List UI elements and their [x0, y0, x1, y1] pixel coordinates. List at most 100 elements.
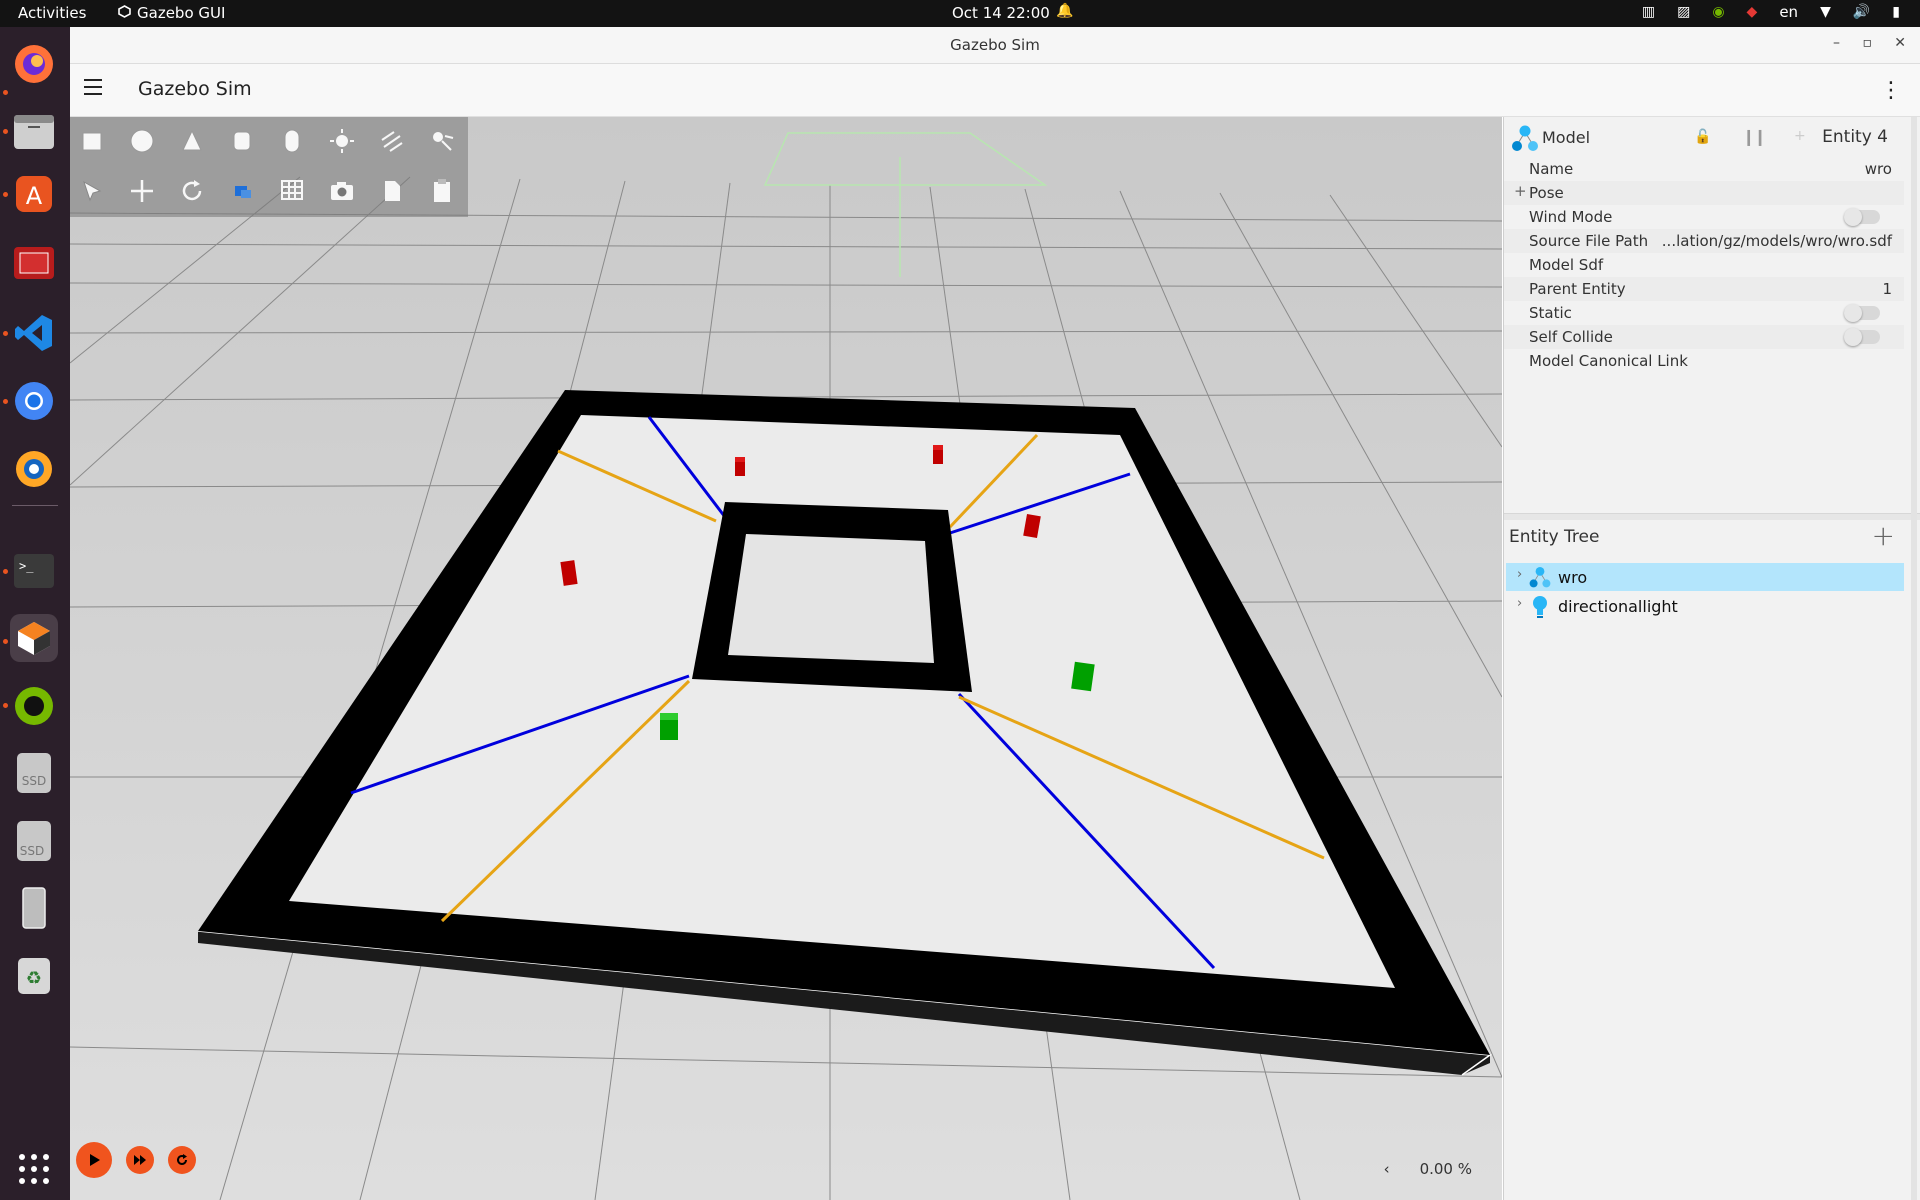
copy-icon[interactable]	[374, 173, 410, 209]
running-indicator	[3, 703, 8, 708]
transform-control-icon[interactable]	[224, 173, 260, 209]
kebab-menu-icon[interactable]: ⋮	[1880, 78, 1902, 103]
anydesk-icon: ◆	[1746, 4, 1758, 20]
hamburger-menu-icon[interactable]	[84, 79, 102, 99]
trash-icon[interactable]: ♻	[10, 952, 58, 1000]
app-menu-label: Gazebo GUI	[137, 4, 226, 22]
step-button[interactable]	[126, 1146, 154, 1174]
svg-text:♻: ♻	[26, 968, 42, 989]
notification-bell-icon: 🔔	[1056, 3, 1074, 19]
tree-item-label: directionallight	[1558, 597, 1678, 616]
show-apps-icon[interactable]	[10, 1145, 58, 1193]
lock-icon[interactable]: 🔓	[1694, 129, 1711, 145]
expand-icon[interactable]: +	[1514, 182, 1527, 200]
property-source-file-path: Source File Path ...lation/gz/models/wro…	[1504, 229, 1904, 253]
maximize-icon[interactable]: ▫	[1863, 35, 1873, 51]
model-icon	[1528, 565, 1552, 593]
rtf-value: 0.00 %	[1419, 1160, 1472, 1178]
app-title: Gazebo Sim	[138, 78, 252, 100]
self-collide-toggle[interactable]	[1844, 328, 1880, 346]
tree-item-directionallight[interactable]: › directionallight	[1506, 592, 1904, 620]
grid-config-icon[interactable]	[274, 173, 310, 209]
rotate-tool-icon[interactable]	[174, 173, 210, 209]
minimize-icon[interactable]: –	[1833, 35, 1840, 51]
entity-id: Entity 4	[1822, 127, 1888, 147]
ssd-label-2: SSD	[20, 844, 44, 858]
chevron-right-icon[interactable]: ›	[1517, 596, 1522, 611]
paste-icon[interactable]	[424, 173, 460, 209]
tree-item-wro[interactable]: › wro	[1506, 563, 1904, 591]
scene-render[interactable]	[70, 117, 1502, 1200]
spot-light-icon[interactable]	[424, 123, 460, 159]
usb-device-icon[interactable]	[10, 884, 58, 932]
cone-tool-icon[interactable]	[174, 123, 210, 159]
running-indicator	[3, 399, 8, 404]
running-indicator	[3, 639, 8, 644]
translate-tool-icon[interactable]	[124, 173, 160, 209]
capsule-tool-icon[interactable]	[274, 123, 310, 159]
3d-viewport[interactable]: ‹ 0.00 %	[70, 117, 1502, 1200]
firefox-icon[interactable]	[10, 40, 58, 88]
vscode-icon[interactable]	[10, 309, 58, 357]
system-tray[interactable]: ▥ ▨ ◉ ◆ en ▼ 🔊 ▮	[1642, 3, 1900, 21]
rtf-expand-button[interactable]: ‹	[1384, 1160, 1390, 1178]
language-indicator[interactable]: en	[1779, 3, 1798, 21]
activities-button[interactable]: Activities	[18, 4, 86, 22]
system-monitor-icon[interactable]	[10, 239, 58, 287]
property-model-canonical-link: Model Canonical Link	[1529, 352, 1688, 370]
app-center-icon[interactable]: A	[10, 170, 58, 218]
pause-updates-icon[interactable]: ❙❙	[1742, 127, 1767, 146]
play-icon	[90, 1154, 100, 1166]
screenshot-icon[interactable]	[324, 173, 360, 209]
real-time-factor: ‹ 0.00 %	[1384, 1160, 1472, 1178]
property-model-sdf[interactable]: Model Sdf	[1504, 253, 1904, 277]
clock[interactable]: Oct 14 22:00	[952, 4, 1050, 22]
wind-mode-toggle[interactable]	[1844, 208, 1880, 226]
panel-scrollbar[interactable]	[1911, 117, 1917, 1200]
entity-tree-title: Entity Tree	[1509, 527, 1600, 547]
inspector-title: Model	[1542, 128, 1591, 147]
right-panel: Model 🔓 ❙❙ + Entity 4 Name wro + Pose Wi…	[1503, 117, 1920, 1200]
panel-splitter[interactable]	[1504, 513, 1920, 520]
box-tool-icon[interactable]	[74, 123, 110, 159]
gazebo-app-icon[interactable]	[10, 614, 58, 662]
reset-button[interactable]	[168, 1146, 196, 1174]
model-icon	[1510, 123, 1540, 157]
sphere-tool-icon[interactable]	[124, 123, 160, 159]
running-indicator	[3, 129, 8, 134]
green-obstacle	[1071, 661, 1095, 692]
chevron-right-icon[interactable]: ›	[1517, 567, 1522, 582]
chromium-icon[interactable]	[10, 377, 58, 425]
property-pose[interactable]: + Pose	[1504, 181, 1904, 205]
reset-icon	[177, 1154, 187, 1165]
property-wind-mode: Wind Mode	[1504, 205, 1904, 229]
running-indicator	[3, 569, 8, 574]
ssd-drive-icon[interactable]: SSD	[10, 749, 58, 797]
directional-light-icon[interactable]	[374, 123, 410, 159]
add-component-icon[interactable]: +	[1794, 128, 1806, 144]
battery-icon: ▮	[1892, 4, 1900, 20]
gazebo-window: Gazebo Sim – ▫ ✕ Gazebo Sim ⋮ ‹ 0.00 % M…	[70, 27, 1920, 1200]
dock: A >_ SSD SSD ♻	[0, 27, 70, 1200]
close-icon[interactable]: ✕	[1894, 35, 1906, 51]
window-titlebar[interactable]: Gazebo Sim – ▫ ✕	[70, 27, 1920, 64]
blender-icon[interactable]	[10, 445, 58, 493]
svg-text:A: A	[26, 182, 43, 210]
top-bar: Activities Gazebo GUI Oct 14 22:00 🔔 ▥ ▨…	[0, 0, 1920, 27]
files-icon[interactable]	[10, 107, 58, 155]
point-light-icon[interactable]	[324, 123, 360, 159]
add-entity-icon[interactable]: +	[1872, 519, 1895, 552]
ssd-label: SSD	[22, 774, 46, 788]
nvidia-settings-icon[interactable]	[10, 682, 58, 730]
play-button[interactable]	[76, 1142, 112, 1178]
static-toggle[interactable]	[1844, 304, 1880, 322]
ssd-drive-2-icon[interactable]: SSD	[10, 817, 58, 865]
property-self-collide: Self Collide	[1504, 325, 1904, 349]
terminal-icon[interactable]: >_	[10, 547, 58, 595]
red-obstacle	[735, 457, 745, 476]
nvidia-icon: ◉	[1712, 4, 1725, 20]
app-menu[interactable]: Gazebo GUI	[118, 4, 225, 22]
red-obstacle	[933, 445, 943, 464]
select-tool-icon[interactable]	[74, 173, 110, 209]
cylinder-tool-icon[interactable]	[224, 123, 260, 159]
